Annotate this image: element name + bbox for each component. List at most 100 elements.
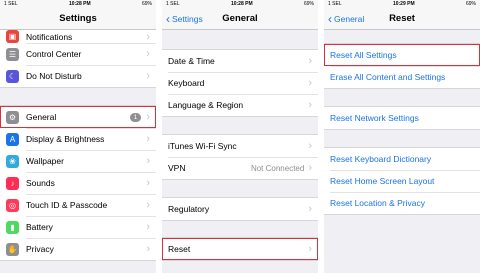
settings-item-privacy[interactable]: ✋ Privacy ›: [0, 238, 156, 260]
settings-item-label: Control Center: [26, 49, 82, 59]
reset-home-screen-layout-button[interactable]: Reset Home Screen Layout: [324, 170, 480, 192]
badge-count: 1: [129, 112, 142, 122]
general-group-3: Regulatory ›: [162, 197, 318, 221]
settings-item-label: Sounds: [26, 178, 55, 188]
settings-item-label: Notifications: [26, 31, 73, 42]
reset-item-label: Reset All Settings: [330, 50, 397, 60]
general-group-2: iTunes Wi-Fi Sync › VPN Not Connected ›: [162, 134, 318, 180]
nav-bar: ‹ Settings General: [162, 8, 318, 30]
reset-item-label: Reset Keyboard Dictionary: [330, 154, 432, 164]
chevron-right-icon: ›: [146, 177, 150, 189]
control-center-icon: ☰: [6, 47, 19, 61]
page-title: General: [222, 13, 258, 24]
settings-item-control-center[interactable]: ☰ Control Center ›: [0, 43, 156, 65]
chevron-right-icon: ›: [146, 111, 150, 123]
settings-item-do-not-disturb[interactable]: ☾ Do Not Disturb ›: [0, 65, 156, 87]
general-item-label: iTunes Wi-Fi Sync: [168, 141, 237, 151]
reset-item-label: Erase All Content and Settings: [330, 72, 446, 82]
page-title: Reset: [389, 13, 415, 24]
settings-item-label: Display & Brightness: [26, 134, 105, 144]
hand-icon: ✋: [6, 242, 19, 256]
settings-group-1: ▣ Notifications › ☰ Control Center › ☾ D…: [0, 30, 156, 88]
nav-bar: Settings: [0, 8, 156, 30]
chevron-right-icon: ›: [308, 243, 312, 255]
battery-level: 69%: [303, 1, 314, 7]
status-bar: 1 SEL 10:29 PM 69%: [324, 0, 480, 8]
settings-item-label: General: [26, 112, 57, 122]
settings-item-label: Battery: [26, 222, 53, 232]
page-title: Settings: [59, 13, 97, 24]
status-bar: 1 SEL 10:28 PM 69%: [0, 0, 156, 8]
chevron-right-icon: ›: [146, 30, 150, 43]
status-bar: 1 SEL 10:28 PM 69%: [162, 0, 318, 8]
carrier: 1 SEL: [166, 1, 180, 7]
notifications-icon: ▣: [6, 30, 19, 43]
display-icon: A: [6, 132, 19, 146]
reset-network-settings-button[interactable]: Reset Network Settings: [324, 107, 480, 129]
chevron-right-icon: ›: [308, 203, 312, 215]
settings-item-wallpaper[interactable]: ❀ Wallpaper ›: [0, 150, 156, 172]
gear-icon: ⚙: [6, 110, 19, 124]
reset-group-3: Reset Keyboard Dictionary Reset Home Scr…: [324, 147, 480, 215]
moon-icon: ☾: [6, 69, 19, 83]
general-item-itunes-wifi-sync[interactable]: iTunes Wi-Fi Sync ›: [162, 135, 318, 157]
clock: 10:28 PM: [68, 1, 91, 7]
battery-level: 69%: [465, 1, 476, 7]
clock: 10:28 PM: [230, 1, 253, 7]
reset-screen: 1 SEL 10:29 PM 69% ‹ General Reset Reset…: [324, 0, 480, 273]
chevron-right-icon: ›: [146, 199, 150, 211]
battery-icon: ▮: [6, 220, 19, 234]
chevron-right-icon: ›: [308, 99, 312, 111]
general-item-date-time[interactable]: Date & Time ›: [162, 50, 318, 72]
settings-item-sounds[interactable]: ♪ Sounds ›: [0, 172, 156, 194]
back-button[interactable]: ‹ General: [328, 8, 364, 30]
general-item-label: Language & Region: [168, 100, 244, 110]
general-item-vpn[interactable]: VPN Not Connected ›: [162, 157, 318, 179]
general-item-keyboard[interactable]: Keyboard ›: [162, 72, 318, 94]
reset-location-privacy-button[interactable]: Reset Location & Privacy: [324, 192, 480, 214]
erase-all-content-button[interactable]: Erase All Content and Settings: [324, 66, 480, 88]
speaker-icon: ♪: [6, 176, 19, 190]
settings-item-label: Do Not Disturb: [26, 71, 82, 81]
reset-group-1: Reset All Settings Erase All Content and…: [324, 43, 480, 89]
general-item-label: Regulatory: [168, 204, 210, 214]
reset-keyboard-dictionary-button[interactable]: Reset Keyboard Dictionary: [324, 148, 480, 170]
general-item-reset[interactable]: Reset ›: [162, 238, 318, 260]
settings-item-battery[interactable]: ▮ Battery ›: [0, 216, 156, 238]
reset-all-settings-button[interactable]: Reset All Settings: [324, 44, 480, 66]
general-screen: 1 SEL 10:28 PM 69% ‹ Settings General Da…: [162, 0, 318, 273]
reset-item-label: Reset Location & Privacy: [330, 198, 425, 208]
general-item-language-region[interactable]: Language & Region ›: [162, 94, 318, 116]
settings-item-notifications[interactable]: ▣ Notifications ›: [0, 30, 156, 43]
chevron-right-icon: ›: [146, 133, 150, 145]
chevron-right-icon: ›: [308, 55, 312, 67]
general-group-4: Reset ›: [162, 237, 318, 261]
chevron-left-icon: ‹: [328, 12, 332, 26]
chevron-right-icon: ›: [146, 243, 150, 255]
settings-item-label: Wallpaper: [26, 156, 64, 166]
nav-bar: ‹ General Reset: [324, 8, 480, 30]
chevron-right-icon: ›: [146, 70, 150, 82]
settings-item-touch-id[interactable]: ◎ Touch ID & Passcode ›: [0, 194, 156, 216]
wallpaper-icon: ❀: [6, 154, 19, 168]
general-item-regulatory[interactable]: Regulatory ›: [162, 198, 318, 220]
general-item-label: Reset: [168, 244, 191, 254]
chevron-right-icon: ›: [308, 162, 312, 174]
settings-item-label: Touch ID & Passcode: [26, 200, 108, 210]
general-item-label: Keyboard: [168, 78, 205, 88]
battery-level: 69%: [141, 1, 152, 7]
carrier: 1 SEL: [328, 1, 342, 7]
settings-item-general[interactable]: ⚙ General 1 ›: [0, 106, 156, 128]
chevron-right-icon: ›: [308, 77, 312, 89]
reset-item-label: Reset Network Settings: [330, 113, 419, 123]
carrier: 1 SEL: [4, 1, 18, 7]
back-label: Settings: [172, 14, 203, 24]
settings-item-display-brightness[interactable]: A Display & Brightness ›: [0, 128, 156, 150]
fingerprint-icon: ◎: [6, 198, 19, 212]
chevron-right-icon: ›: [146, 48, 150, 60]
reset-item-label: Reset Home Screen Layout: [330, 176, 435, 186]
general-item-label: Date & Time: [168, 56, 215, 66]
settings-screen: 1 SEL 10:28 PM 69% Settings ▣ Notificati…: [0, 0, 156, 273]
general-group-1: Date & Time › Keyboard › Language & Regi…: [162, 49, 318, 117]
back-button[interactable]: ‹ Settings: [166, 8, 203, 30]
